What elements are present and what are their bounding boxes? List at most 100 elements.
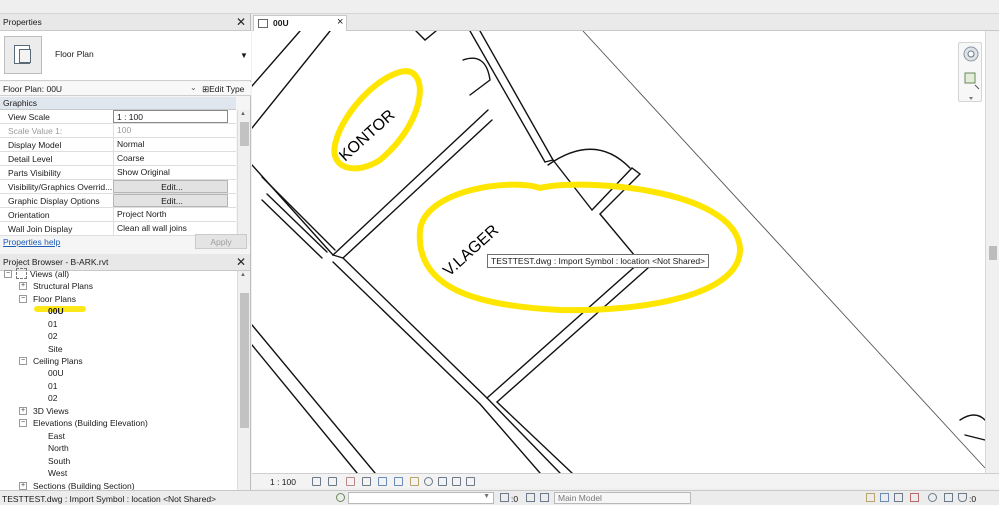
close-icon[interactable]: ✕ (236, 14, 246, 31)
visual-style-icon[interactable] (328, 477, 337, 486)
shadows-icon[interactable] (362, 477, 371, 486)
reveal-hidden-icon[interactable] (438, 477, 447, 486)
close-icon[interactable]: ✕ (236, 254, 246, 271)
tree-3d-views[interactable]: 3D Views (33, 406, 69, 416)
design-option-dropdown[interactable]: Main Model (554, 492, 691, 504)
scroll-up-icon: ▲ (240, 272, 246, 278)
expand-icon[interactable]: + (19, 282, 27, 290)
chevron-down-icon: ▼ (483, 493, 490, 500)
editable-only-icon[interactable] (500, 493, 509, 502)
tab-00u[interactable]: 00U × (253, 15, 347, 31)
wall-line (332, 261, 481, 405)
instance-selector[interactable]: Floor Plan: 00U ⌄ ⊞Edit Type (0, 82, 251, 96)
property-key: Wall Join Display (8, 224, 73, 234)
tree-ceiling-plan-02[interactable]: 02 (48, 393, 57, 403)
properties-scrollbar[interactable]: ▲ ▼ (237, 110, 250, 246)
collapse-icon[interactable]: − (19, 295, 27, 303)
tree-floor-plan-00u[interactable]: 00U (48, 306, 64, 316)
wall-line (342, 257, 488, 399)
steering-wheel-icon[interactable] (959, 43, 983, 103)
status-text: TESTTEST.dwg : Import Symbol : location … (2, 494, 217, 504)
tree-elevation-west[interactable]: West (48, 468, 67, 478)
tree-ceiling-plan-01[interactable]: 01 (48, 381, 57, 391)
background-processes-icon[interactable] (944, 493, 953, 502)
tree-sections[interactable]: Sections (Building Section) (33, 481, 135, 490)
temporary-hide-icon[interactable] (424, 477, 433, 486)
tree-floor-plan-01[interactable]: 01 (48, 319, 57, 329)
import-line (582, 31, 986, 469)
project-browser: Project Browser - B-ARK.rvt ✕ − Views (a… (0, 254, 251, 490)
property-row[interactable]: Visibility/Graphics Overrid... Edit... (0, 180, 236, 194)
chevron-down-icon[interactable]: ▼ (240, 51, 248, 60)
view-scale-input[interactable]: 1 : 100 (113, 110, 228, 123)
drawing-canvas[interactable]: KONTOR V.LAGER (252, 31, 999, 473)
design-options-icon[interactable] (526, 493, 535, 502)
tree-floor-plans[interactable]: Floor Plans (33, 294, 76, 304)
select-pinned-icon[interactable] (894, 493, 903, 502)
select-underlay-icon[interactable] (880, 493, 889, 502)
property-row[interactable]: Orientation Project North (0, 208, 236, 222)
highlight-displacement-icon[interactable] (466, 477, 475, 486)
tree-structural-plans[interactable]: Structural Plans (33, 281, 93, 291)
tree-floor-plan-site[interactable]: Site (48, 344, 63, 354)
select-links-icon[interactable] (866, 493, 875, 502)
property-row[interactable]: Graphic Display Options Edit... (0, 194, 236, 208)
wall-line (332, 109, 489, 256)
group-header-graphics[interactable]: Graphics (0, 97, 236, 110)
graphic-display-edit-button[interactable]: Edit... (113, 194, 228, 207)
tree-floor-plan-02[interactable]: 02 (48, 331, 57, 341)
wall-line (486, 261, 641, 399)
ribbon-bar (0, 0, 999, 14)
sun-path-icon[interactable] (346, 477, 355, 486)
property-row[interactable]: Detail Level Coarse (0, 152, 236, 166)
expand-icon[interactable]: + (19, 482, 27, 490)
crop-view-icon[interactable] (378, 477, 387, 486)
collapse-icon[interactable]: − (19, 357, 27, 365)
drag-elements-icon[interactable] (928, 493, 937, 502)
show-crop-icon[interactable] (394, 477, 403, 486)
workset-dropdown[interactable]: ▼ (348, 492, 494, 504)
collapse-icon[interactable]: − (4, 270, 12, 278)
unlocked-3d-icon[interactable] (410, 477, 419, 486)
filter-icon[interactable] (958, 493, 967, 502)
exclude-options-icon[interactable] (540, 493, 549, 502)
detail-level-icon[interactable] (312, 477, 321, 486)
type-selector[interactable]: Floor Plan ▼ (0, 31, 251, 81)
wall-line (964, 434, 986, 441)
tree-ceiling-plans[interactable]: Ceiling Plans (33, 356, 83, 366)
view-control-bar: 1 : 100 (252, 473, 999, 488)
properties-help-link[interactable]: Properties help (3, 237, 60, 247)
browser-title: Project Browser - B-ARK.rvt (3, 257, 109, 267)
navigation-bar[interactable] (958, 42, 982, 102)
close-icon[interactable]: × (337, 16, 343, 28)
zoom-icon (964, 72, 976, 84)
tree-elevation-south[interactable]: South (48, 456, 70, 466)
tree-elevation-east[interactable]: East (48, 431, 65, 441)
view-scrollbar[interactable] (985, 31, 999, 473)
view-tab-strip: 00U × (252, 14, 999, 31)
expand-icon[interactable]: + (19, 407, 27, 415)
property-key: Detail Level (8, 154, 53, 164)
worksets-icon[interactable] (336, 493, 345, 502)
wall-line (252, 31, 331, 129)
tree-views-all[interactable]: Views (all) (30, 269, 69, 279)
tree-elevations[interactable]: Elevations (Building Elevation) (33, 418, 148, 428)
property-row[interactable]: Parts Visibility Show Original (0, 166, 236, 180)
property-row[interactable]: View Scale 1 : 100 (0, 110, 236, 124)
wall-line (252, 324, 376, 473)
apply-button[interactable]: Apply (195, 234, 247, 249)
tree-ceiling-plan-00u[interactable]: 00U (48, 368, 64, 378)
select-by-face-icon[interactable] (910, 493, 919, 502)
property-value: Coarse (113, 152, 228, 165)
chevron-down-icon[interactable]: ⌄ (190, 83, 197, 92)
view-scale-control[interactable]: 1 : 100 (270, 477, 296, 487)
visibility-edit-button[interactable]: Edit... (113, 180, 228, 193)
property-row[interactable]: Display Model Normal (0, 138, 236, 152)
browser-scrollbar[interactable]: ▲ (237, 271, 250, 490)
room-label-lager: V.LAGER (440, 222, 502, 280)
collapse-icon[interactable]: − (19, 419, 27, 427)
edit-type-button[interactable]: ⊞Edit Type (202, 84, 244, 95)
analytical-model-icon[interactable] (452, 477, 461, 486)
floor-plan-icon (4, 36, 42, 74)
tree-elevation-north[interactable]: North (48, 443, 69, 453)
